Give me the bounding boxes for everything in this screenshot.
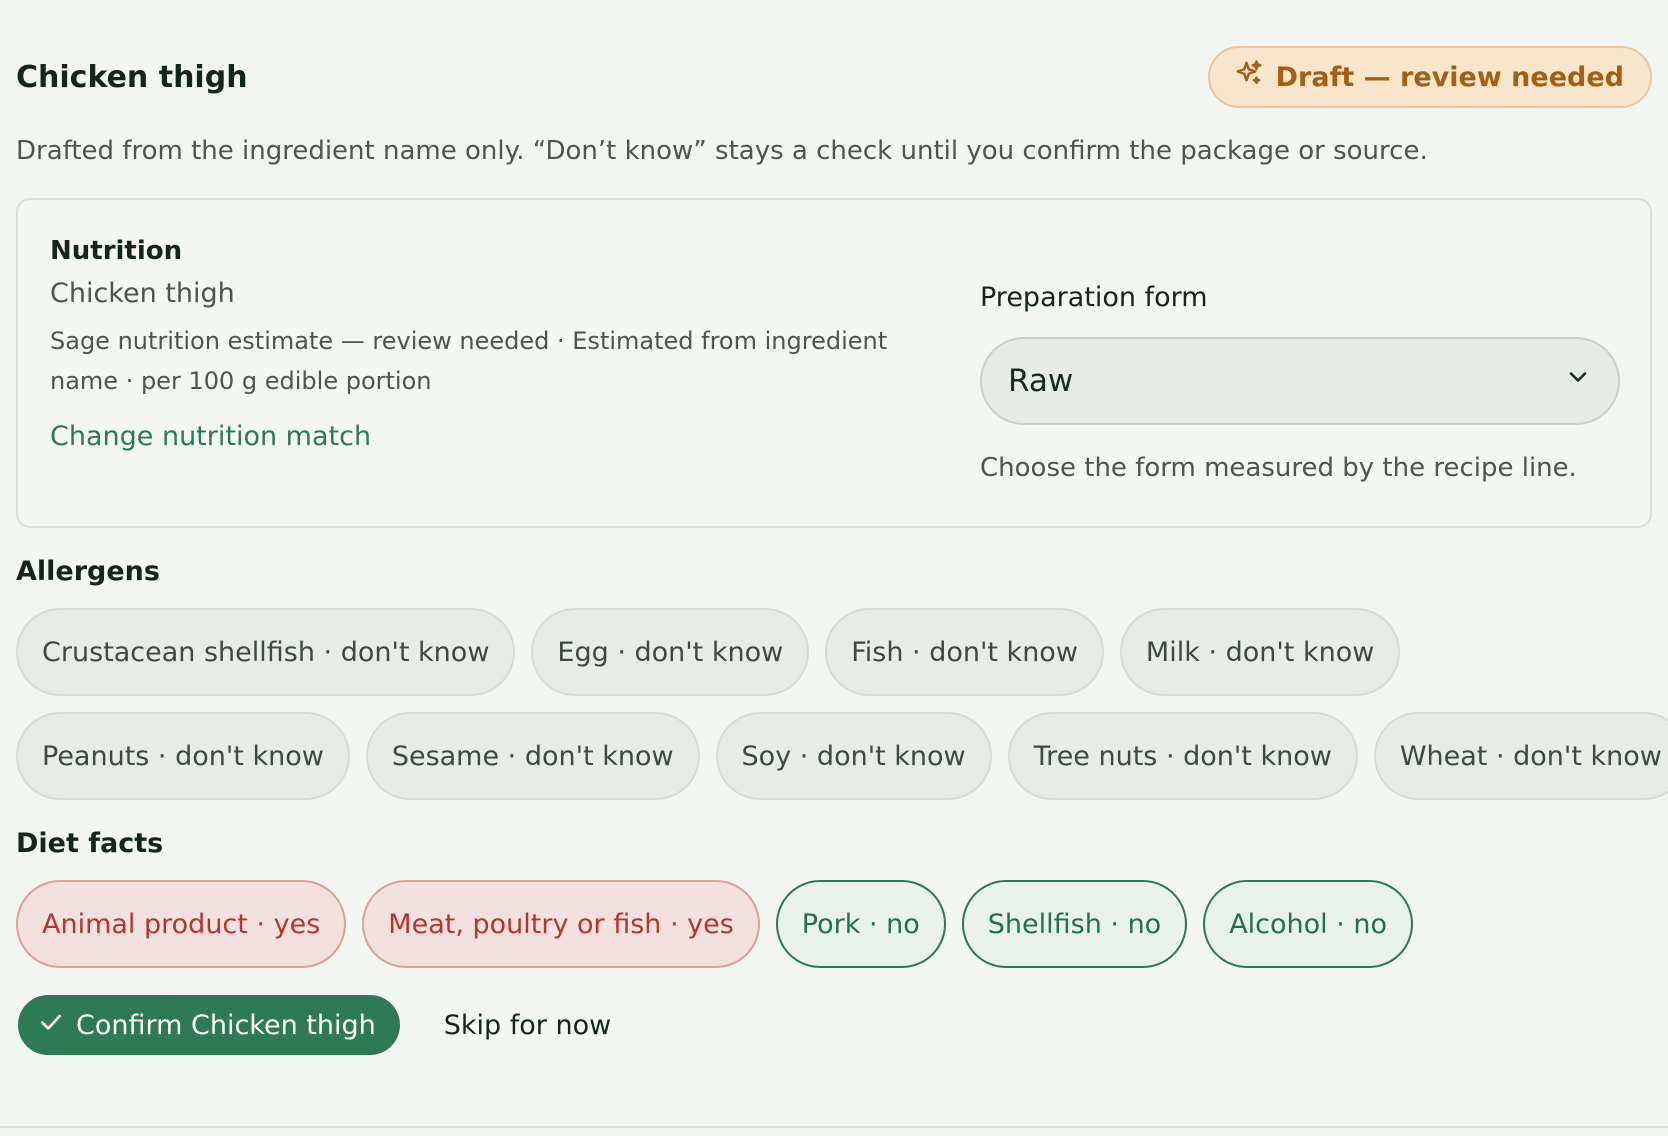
diet-chip-alcohol[interactable]: Alcohol · no	[1203, 880, 1414, 968]
nutrition-info: Nutrition Chicken thigh Sage nutrition e…	[50, 236, 950, 452]
page-title: Chicken thigh	[16, 59, 248, 95]
allergen-chip-sesame[interactable]: Sesame · don't know	[365, 712, 700, 800]
allergens-heading: Allergens	[16, 556, 160, 587]
preparation-form-select[interactable]: Raw	[980, 337, 1620, 425]
diet-facts-heading: Diet facts	[16, 828, 164, 859]
allergen-chip-crustacean-shellfish[interactable]: Crustacean shellfish · don't know	[16, 608, 516, 696]
action-bar: Confirm Chicken thigh Skip for now	[18, 995, 611, 1055]
preparation-form-field: Preparation form Raw Choose the form mea…	[980, 282, 1620, 483]
preparation-form-help: Choose the form measured by the recipe l…	[980, 453, 1577, 483]
diet-chip-meat-poultry-fish[interactable]: Meat, poultry or fish · yes	[362, 880, 760, 968]
nutrition-heading: Nutrition	[50, 236, 183, 266]
allergen-chip-peanuts[interactable]: Peanuts · don't know	[16, 712, 350, 800]
draft-description: Drafted from the ingredient name only. “…	[16, 136, 1428, 166]
chevron-down-icon	[1564, 363, 1592, 399]
allergen-chip-milk[interactable]: Milk · don't know	[1119, 608, 1401, 696]
diet-chip-animal-product[interactable]: Animal product · yes	[16, 880, 347, 968]
nutrition-estimate-note: Sage nutrition estimate — review needed …	[50, 327, 888, 395]
draft-status-badge: Draft — review needed	[1207, 46, 1652, 108]
bottom-divider	[0, 1126, 1668, 1128]
ingredient-review-panel: Chicken thigh Draft — review needed Draf…	[0, 0, 1668, 1136]
nutrition-card: Nutrition Chicken thigh Sage nutrition e…	[16, 198, 1652, 528]
skip-for-now-button[interactable]: Skip for now	[444, 1010, 611, 1041]
allergen-chips-row-1: Crustacean shellfish · don't know Egg · …	[16, 608, 1401, 696]
allergen-chip-tree-nuts[interactable]: Tree nuts · don't know	[1007, 712, 1358, 800]
preparation-form-label: Preparation form	[980, 282, 1208, 313]
check-icon	[38, 1009, 64, 1042]
confirm-button-label: Confirm Chicken thigh	[76, 1009, 376, 1041]
allergen-chip-egg[interactable]: Egg · don't know	[531, 608, 810, 696]
preparation-form-value: Raw	[1008, 363, 1074, 399]
allergen-chip-fish[interactable]: Fish · don't know	[825, 608, 1104, 696]
sparkle-icon	[1234, 59, 1264, 96]
header: Chicken thigh Draft — review needed	[16, 46, 1652, 108]
allergen-chip-wheat[interactable]: Wheat · don't know	[1373, 712, 1668, 800]
nutrition-match-name: Chicken thigh	[50, 278, 235, 309]
draft-badge-label: Draft — review needed	[1275, 61, 1624, 93]
diet-chip-shellfish[interactable]: Shellfish · no	[961, 880, 1188, 968]
diet-chip-pork[interactable]: Pork · no	[775, 880, 946, 968]
confirm-ingredient-button[interactable]: Confirm Chicken thigh	[18, 995, 400, 1055]
allergen-chips-row-2: Peanuts · don't know Sesame · don't know…	[16, 712, 1668, 800]
diet-facts-chips: Animal product · yes Meat, poultry or fi…	[16, 880, 1414, 968]
allergen-chip-soy[interactable]: Soy · don't know	[715, 712, 992, 800]
change-nutrition-match-link[interactable]: Change nutrition match	[50, 421, 371, 452]
